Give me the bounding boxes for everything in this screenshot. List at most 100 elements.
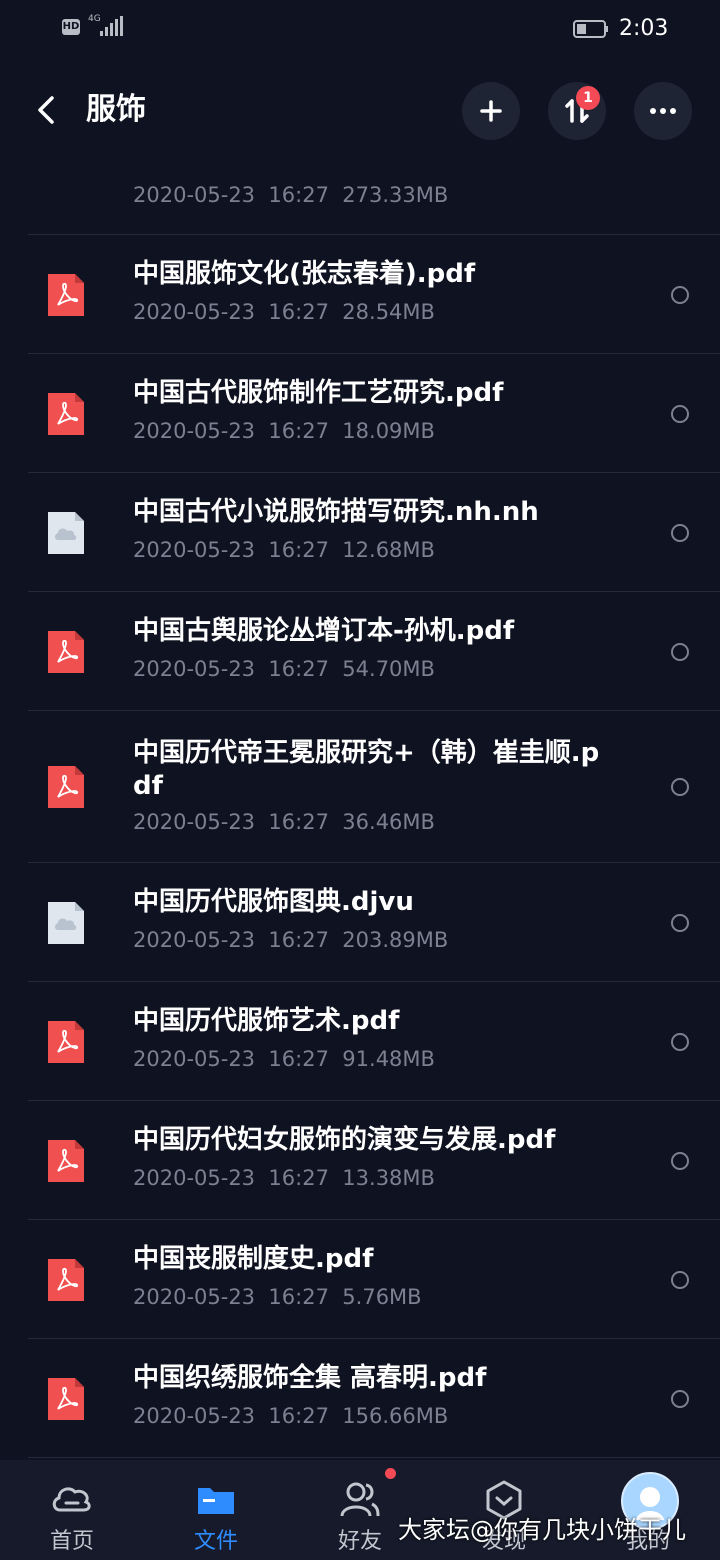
list-item-partial[interactable]: 2020-05-23 16:27 273.33MB bbox=[0, 150, 720, 235]
file-time: 16:27 bbox=[268, 1285, 329, 1309]
pdf-file-icon bbox=[48, 1378, 84, 1420]
file-name: 中国古舆服论丛增订本-孙机.pdf bbox=[133, 616, 515, 646]
list-item[interactable]: 中国织绣服饰全集 高春明.pdf 2020-05-23 16:27 156.66M… bbox=[0, 1339, 720, 1458]
list-item[interactable]: 中国历代妇女服饰的演变与发展.pdf 2020-05-23 16:27 13.38… bbox=[0, 1101, 720, 1220]
nav-label: 首页 bbox=[49, 1529, 94, 1554]
file-meta: 2020-05-23 16:27 18.09MB bbox=[133, 418, 435, 444]
pdf-file-icon bbox=[48, 393, 84, 435]
file-size: 12.68MB bbox=[342, 538, 435, 562]
file-size: 156.66MB bbox=[342, 1404, 449, 1428]
file-date: 2020-05-23 bbox=[133, 1285, 256, 1309]
file-date: 2020-05-23 bbox=[133, 419, 256, 443]
list-item[interactable]: 中国历代服饰图典.djvu 2020-05-23 16:27 203.89MB bbox=[0, 863, 720, 982]
select-radio[interactable] bbox=[671, 1390, 689, 1408]
file-meta: 2020-05-23 16:27 36.46MB bbox=[133, 809, 435, 835]
list-item[interactable]: 中国丧服制度史.pdf 2020-05-23 16:27 5.76MB bbox=[0, 1220, 720, 1339]
back-icon[interactable] bbox=[28, 90, 68, 130]
file-date: 2020-05-23 bbox=[133, 1404, 256, 1428]
file-meta: 2020-05-23 16:27 91.48MB bbox=[133, 1046, 435, 1072]
friends-notification-dot bbox=[385, 1468, 396, 1479]
file-meta: 2020-05-23 16:27 28.54MB bbox=[133, 299, 435, 325]
select-radio[interactable] bbox=[671, 405, 689, 423]
screen: HD 4G 2:03 服饰 1 2020-05-23 16:27 273.33M… bbox=[0, 0, 720, 1560]
file-size: 54.70MB bbox=[342, 657, 435, 681]
list-item[interactable]: 中国古代服饰制作工艺研究.pdf 2020-05-23 16:27 18.09MB bbox=[0, 354, 720, 473]
file-name: 中国历代妇女服饰的演变与发展.pdf bbox=[133, 1125, 556, 1155]
hd-indicator: HD bbox=[62, 19, 80, 35]
list-item[interactable]: 中国服饰文化(张志春着).pdf 2020-05-23 16:27 28.54MB bbox=[0, 235, 720, 354]
file-list[interactable]: 2020-05-23 16:27 273.33MB 中国服饰文化(张志春着).p… bbox=[0, 150, 720, 1460]
file-time: 16:27 bbox=[268, 1404, 329, 1428]
file-time: 16:27 bbox=[268, 1047, 329, 1071]
file-size: 18.09MB bbox=[342, 419, 435, 443]
file-name: 中国历代帝王冕服研究+（韩）崔圭顺.pdf bbox=[133, 738, 600, 801]
file-name: 中国服饰文化(张志春着).pdf bbox=[133, 259, 476, 289]
pdf-file-icon bbox=[48, 766, 84, 808]
file-date: 2020-05-23 bbox=[133, 810, 256, 834]
file-size: 91.48MB bbox=[342, 1047, 435, 1071]
pdf-file-icon bbox=[48, 1140, 84, 1182]
file-name: 中国历代服饰艺术.pdf bbox=[133, 1006, 400, 1036]
file-name: 中国古代服饰制作工艺研究.pdf bbox=[133, 378, 504, 408]
file-name: 中国古代小说服饰描写研究.nh.nh bbox=[133, 497, 539, 527]
file-meta: 2020-05-23 16:27 5.76MB bbox=[133, 1284, 422, 1310]
cloud-home-icon bbox=[52, 1487, 91, 1512]
file-date: 2020-05-23 bbox=[133, 657, 256, 681]
file-time: 16:27 bbox=[268, 419, 329, 443]
file-time: 16:27 bbox=[268, 538, 329, 562]
file-size: 13.38MB bbox=[342, 1166, 435, 1190]
select-radio[interactable] bbox=[671, 1033, 689, 1051]
select-radio[interactable] bbox=[671, 1152, 689, 1170]
list-item[interactable]: 中国历代服饰艺术.pdf 2020-05-23 16:27 91.48MB bbox=[0, 982, 720, 1101]
more-icon bbox=[650, 108, 676, 114]
file-name: 中国织绣服饰全集 高春明.pdf bbox=[133, 1363, 487, 1393]
select-radio[interactable] bbox=[671, 1271, 689, 1289]
friends-icon bbox=[340, 1482, 380, 1517]
select-radio[interactable] bbox=[671, 778, 689, 796]
file-meta: 2020-05-23 16:27 12.68MB bbox=[133, 537, 435, 563]
file-meta: 2020-05-23 16:27 273.33MB bbox=[133, 183, 449, 207]
list-item[interactable]: 中国历代帝王冕服研究+（韩）崔圭顺.pdf 2020-05-23 16:27 36… bbox=[0, 711, 720, 863]
file-date: 2020-05-23 bbox=[133, 1047, 256, 1071]
network-type: 4G bbox=[88, 14, 101, 24]
file-meta: 2020-05-23 16:27 156.66MB bbox=[133, 1403, 448, 1429]
pdf-file-icon bbox=[48, 274, 84, 316]
list-item[interactable]: 中国古代小说服饰描写研究.nh.nh 2020-05-23 16:27 12.68… bbox=[0, 473, 720, 592]
divider bbox=[28, 1457, 720, 1458]
app-header: 服饰 bbox=[0, 70, 720, 152]
pdf-file-icon bbox=[48, 1021, 84, 1063]
signal-icon bbox=[100, 16, 123, 36]
nav-files[interactable]: 文件 bbox=[144, 1460, 288, 1560]
file-time: 16:27 bbox=[268, 810, 329, 834]
file-size: 203.89MB bbox=[342, 928, 449, 952]
file-size: 5.76MB bbox=[342, 1285, 422, 1309]
folder-icon bbox=[198, 1488, 234, 1514]
file-date: 2020-05-23 bbox=[133, 1166, 256, 1190]
list-item[interactable]: 中国古舆服论丛增订本-孙机.pdf 2020-05-23 16:27 54.70M… bbox=[0, 592, 720, 711]
file-date: 2020-05-23 bbox=[133, 538, 256, 562]
file-name: 中国丧服制度史.pdf bbox=[133, 1244, 374, 1274]
select-radio[interactable] bbox=[671, 914, 689, 932]
select-radio[interactable] bbox=[671, 643, 689, 661]
clock: 2:03 bbox=[619, 16, 669, 41]
file-size: 36.46MB bbox=[342, 810, 435, 834]
nav-label: 文件 bbox=[193, 1529, 238, 1554]
select-radio[interactable] bbox=[671, 286, 689, 304]
file-date: 2020-05-23 bbox=[133, 300, 256, 324]
pdf-file-icon bbox=[48, 1259, 84, 1301]
file-meta: 2020-05-23 16:27 13.38MB bbox=[133, 1165, 435, 1191]
select-radio[interactable] bbox=[671, 524, 689, 542]
plus-icon bbox=[480, 100, 502, 122]
more-button[interactable] bbox=[634, 82, 692, 140]
file-time: 16:27 bbox=[268, 300, 329, 324]
page-title: 服饰 bbox=[86, 92, 146, 127]
file-name: 中国历代服饰图典.djvu bbox=[133, 887, 414, 917]
watermark: 大家坛@你有几块小饼干儿 bbox=[398, 1516, 686, 1544]
add-button[interactable] bbox=[462, 82, 520, 140]
file-time: 16:27 bbox=[268, 1166, 329, 1190]
file-date: 2020-05-23 bbox=[133, 928, 256, 952]
cloud-file-icon bbox=[48, 902, 84, 944]
nav-home[interactable]: 首页 bbox=[0, 1460, 144, 1560]
pdf-file-icon bbox=[48, 631, 84, 673]
cloud-file-icon bbox=[48, 512, 84, 554]
